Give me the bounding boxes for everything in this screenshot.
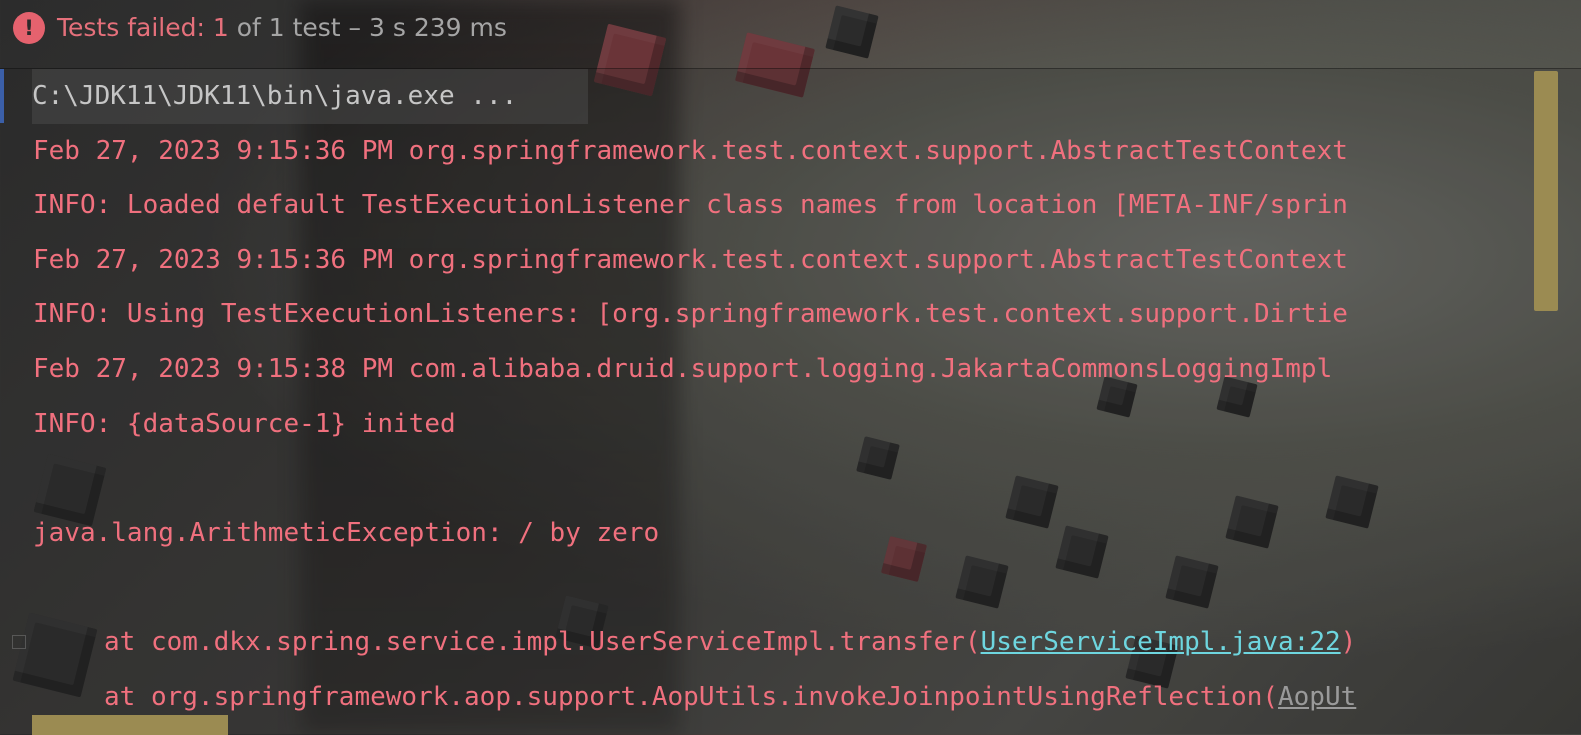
status-prefix: Tests failed: <box>57 13 213 42</box>
console-line: Feb 27, 2023 9:15:36 PM org.springframew… <box>0 124 1540 179</box>
failed-count: 1 <box>212 13 229 42</box>
stack-frame: at org.springframework.aop.support.AopUt… <box>0 670 1540 725</box>
stack-frame-suffix: ) <box>1340 626 1357 657</box>
error-icon: ! <box>13 12 45 44</box>
stack-frame-text: at com.dkx.spring.service.impl.UserServi… <box>104 626 981 657</box>
test-status-bar: ! Tests failed: 1 of 1 test – 3 s 239 ms <box>0 0 1581 56</box>
console-output[interactable]: C:\JDK11\JDK11\bin\java.exe ... Feb 27, … <box>0 68 1581 735</box>
console-line: java.lang.ArithmeticException: / by zero <box>0 506 1540 561</box>
stack-frame: at com.dkx.spring.service.impl.UserServi… <box>0 615 1540 670</box>
source-link[interactable]: UserServiceImpl.java:22 <box>981 627 1341 657</box>
console-line: Feb 27, 2023 9:15:36 PM org.springframew… <box>0 233 1540 288</box>
log-line: INFO: Loaded default TestExecutionListen… <box>33 190 1348 221</box>
log-line: INFO: Using TestExecutionListeners: [org… <box>33 299 1348 330</box>
fold-icon[interactable] <box>12 634 26 649</box>
source-link[interactable]: AopUt <box>1278 682 1356 712</box>
console-line: INFO: Loaded default TestExecutionListen… <box>0 178 1540 233</box>
stack-frame-text: at org.springframework.aop.support.AopUt… <box>104 681 1278 712</box>
exception-line: java.lang.ArithmeticException: / by zero <box>33 517 660 548</box>
horizontal-scrollbar-thumb[interactable] <box>32 715 228 735</box>
log-line: INFO: {dataSource-1} inited <box>33 408 456 439</box>
status-summary: of 1 test – 3 s 239 ms <box>228 13 507 42</box>
console-line[interactable]: C:\JDK11\JDK11\bin\java.exe ... <box>0 69 1540 124</box>
console-lines: C:\JDK11\JDK11\bin\java.exe ... Feb 27, … <box>0 69 1540 724</box>
console-line: INFO: {dataSource-1} inited <box>0 397 1540 452</box>
vertical-scrollbar-thumb[interactable] <box>1534 71 1558 311</box>
test-status-text: Tests failed: 1 of 1 test – 3 s 239 ms <box>57 12 507 44</box>
log-line: Feb 27, 2023 9:15:36 PM org.springframew… <box>33 135 1348 166</box>
log-line: Feb 27, 2023 9:15:36 PM org.springframew… <box>33 244 1348 275</box>
log-line: Feb 27, 2023 9:15:38 PM com.alibaba.drui… <box>33 353 1333 384</box>
command-line[interactable]: C:\JDK11\JDK11\bin\java.exe ... <box>32 69 588 124</box>
console-line: INFO: Using TestExecutionListeners: [org… <box>0 287 1540 342</box>
console-line: Feb 27, 2023 9:15:38 PM com.alibaba.drui… <box>0 342 1540 397</box>
